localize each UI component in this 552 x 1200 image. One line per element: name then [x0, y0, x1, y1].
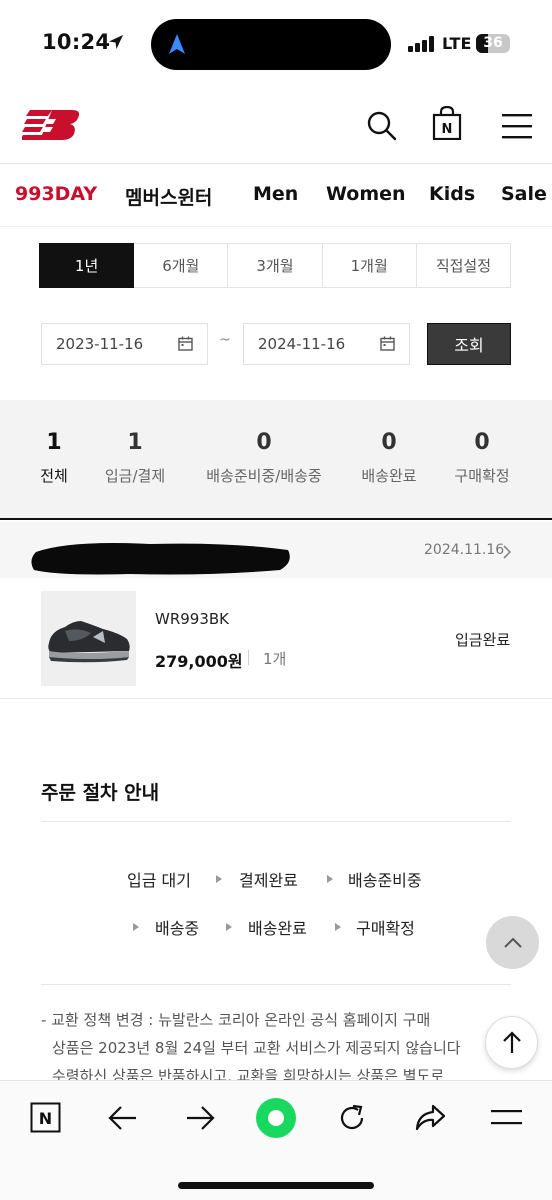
calendar-icon	[178, 336, 193, 351]
order-process-guide: 입금 대기 결제완료 배송준비중 배송중 배송완료 구매확정	[41, 821, 511, 985]
home-indicator	[178, 1182, 374, 1189]
site-header: N	[0, 88, 552, 164]
start-date-field[interactable]: 2023-11-16	[41, 323, 208, 365]
step-arrow-icon	[216, 875, 222, 883]
order-history-page: 10:24 LTE 36 N 993DAY 멤버스윈터 Men Women Ki…	[0, 0, 552, 1200]
status-time: 10:24	[42, 30, 111, 54]
search-icon[interactable]	[366, 110, 398, 142]
network-type: LTE	[442, 34, 472, 53]
back-arrow-icon[interactable]	[108, 1105, 138, 1131]
summary-all[interactable]: 1 전체	[40, 430, 68, 486]
start-date-value: 2023-11-16	[56, 335, 144, 353]
end-date-field[interactable]: 2024-11-16	[243, 323, 410, 365]
period-tab-6-months[interactable]: 6개월	[134, 243, 229, 288]
category-nav: 993DAY 멤버스윈터 Men Women Kids Sale	[0, 165, 552, 227]
scroll-to-top-button[interactable]	[485, 1016, 538, 1069]
step-label: 구매확정	[356, 919, 415, 938]
chevron-right-icon[interactable]	[502, 544, 512, 560]
nav-993day[interactable]: 993DAY	[15, 183, 97, 205]
nav-kids[interactable]: Kids	[429, 183, 475, 205]
product-price: 279,000원	[155, 652, 243, 671]
menu-icon[interactable]	[502, 113, 532, 139]
period-tab-1-year[interactable]: 1년	[39, 243, 135, 288]
location-arrow-icon	[109, 35, 123, 49]
dynamic-island	[151, 19, 391, 70]
summary-count: 1	[127, 430, 143, 455]
naver-n-icon[interactable]: N	[30, 1102, 61, 1133]
summary-count: 0	[381, 430, 397, 455]
summary-count: 0	[474, 430, 490, 455]
summary-label: 전체	[40, 467, 68, 485]
battery-level: 36	[483, 35, 503, 51]
product-thumbnail[interactable]	[41, 591, 136, 686]
step-arrow-icon	[327, 875, 333, 883]
new-balance-logo[interactable]	[22, 108, 82, 142]
product-name[interactable]: WR993BK	[155, 610, 229, 628]
summary-shipping[interactable]: 0 배송준비중/배송중	[206, 430, 321, 486]
notice-line: - 교환 정책 변경 : 뉴발란스 코리아 온라인 공식 홈페이지 구매	[41, 1011, 431, 1029]
nav-men[interactable]: Men	[253, 183, 298, 205]
nav-members-winter[interactable]: 멤버스윈터	[125, 183, 212, 210]
summary-label: 배송준비중/배송중	[206, 467, 322, 485]
guide-title: 주문 절차 안내	[41, 782, 160, 804]
green-dot-icon[interactable]	[255, 1097, 297, 1139]
step-arrow-icon	[133, 923, 139, 931]
date-separator: ~	[219, 332, 231, 348]
step-arrow-icon	[335, 923, 341, 931]
summary-delivered[interactable]: 0 배송완료	[361, 430, 416, 486]
forward-arrow-icon[interactable]	[185, 1105, 215, 1131]
period-tab-3-months[interactable]: 3개월	[228, 243, 323, 288]
collapse-button[interactable]	[486, 916, 539, 969]
summary-count: 0	[256, 430, 272, 455]
divider	[248, 650, 249, 665]
reload-icon[interactable]	[337, 1103, 367, 1133]
navigation-arrow-icon	[169, 34, 185, 54]
order-status: 입금완료	[455, 631, 511, 649]
bag-letter: N	[442, 122, 453, 137]
period-tabs: 1년 6개월 3개월 1개월 직접설정	[39, 243, 512, 288]
calendar-icon	[380, 336, 395, 351]
period-tab-custom[interactable]: 직접설정	[416, 243, 512, 288]
status-bar: 10:24 LTE 36	[0, 0, 552, 88]
summary-label: 구매확정	[454, 467, 510, 485]
summary-label: 배송완료	[361, 467, 417, 485]
step-label: 배송완료	[248, 919, 307, 938]
signal-bars-icon	[408, 36, 436, 52]
summary-count: 1	[46, 430, 62, 455]
step-label: 배송중	[155, 919, 200, 938]
summary-payment[interactable]: 1 입금/결제	[105, 430, 165, 486]
redacted-order-number	[31, 543, 290, 575]
divider	[0, 698, 552, 699]
search-button[interactable]: 조회	[427, 323, 511, 365]
step-label: 입금 대기	[127, 871, 191, 890]
step-arrow-icon	[226, 923, 232, 931]
chevron-up-icon	[503, 937, 522, 948]
nav-women[interactable]: Women	[326, 183, 406, 205]
naver-n-letter: N	[39, 1109, 52, 1128]
battery-icon: 36	[476, 34, 510, 53]
period-tab-1-month[interactable]: 1개월	[322, 243, 417, 288]
product-quantity: 1개	[263, 650, 287, 668]
arrow-up-icon	[502, 1030, 521, 1053]
order-status-summary: 1 전체 1 입금/결제 0 배송준비중/배송중 0 배송완료 0 구매확정	[0, 400, 552, 520]
summary-confirmed[interactable]: 0 구매확정	[454, 430, 509, 486]
step-label: 결제완료	[239, 871, 298, 890]
end-date-value: 2024-11-16	[258, 335, 346, 353]
step-label: 배송준비중	[348, 871, 422, 890]
shopping-bag-icon[interactable]: N	[432, 106, 462, 140]
share-icon[interactable]	[414, 1104, 446, 1132]
summary-label: 입금/결제	[104, 467, 166, 485]
sneaker-image	[48, 621, 130, 663]
nav-sale[interactable]: Sale	[501, 183, 547, 205]
order-date: 2024.11.16	[424, 542, 505, 558]
menu-icon[interactable]	[491, 1109, 522, 1125]
notice-line: 상품은 2023년 8월 24일 부터 교환 서비스가 제공되지 않습니다	[52, 1039, 461, 1057]
